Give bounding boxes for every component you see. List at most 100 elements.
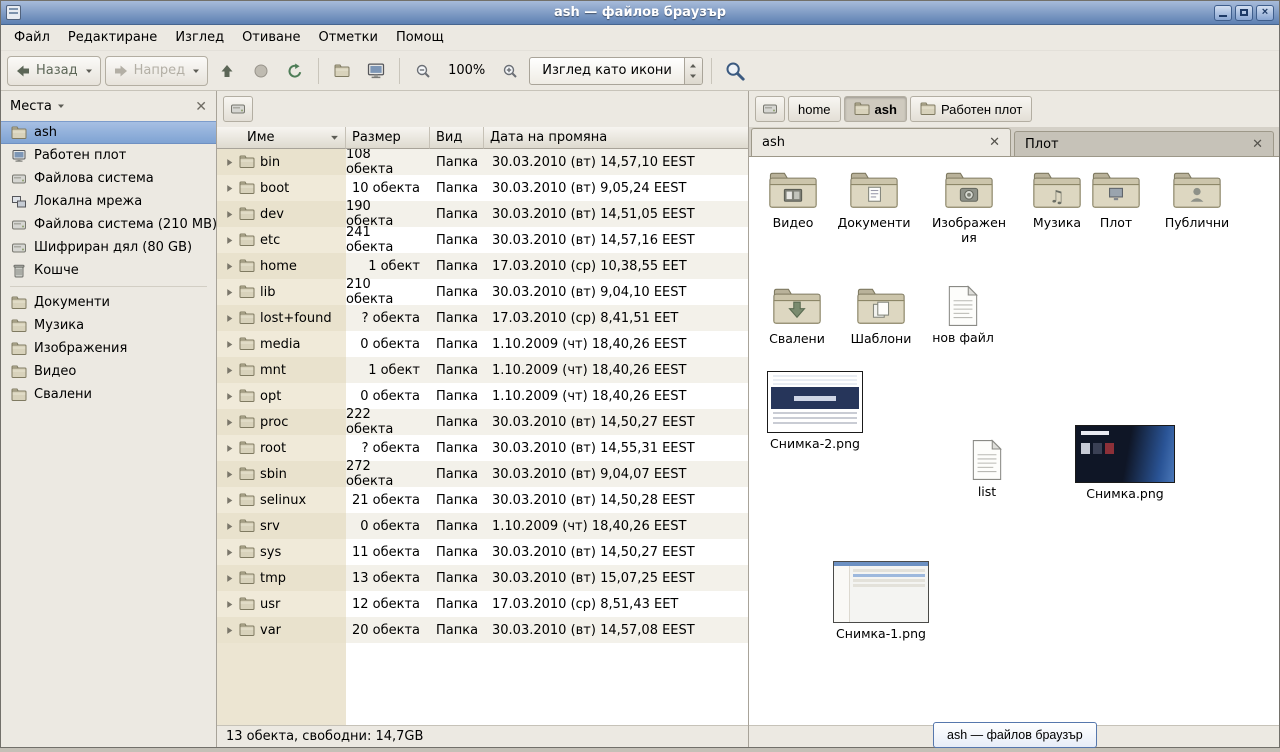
path-button-2[interactable]: Работен плот [910,96,1032,122]
sidebar-item-0[interactable]: ash [1,121,216,144]
pathbar-root-button[interactable] [755,96,785,122]
column-header-type[interactable]: Вид [430,127,484,149]
expander-icon[interactable] [225,522,234,531]
expander-icon[interactable] [225,418,234,427]
sidebar-item-3[interactable]: Локална мрежа [1,190,216,213]
sidebar-item-5[interactable]: Шифриран дял (80 GB) [1,236,216,259]
expander-icon[interactable] [225,444,234,453]
sidebar-item-9[interactable]: Изображения [1,337,216,360]
column-header-name[interactable]: Име [217,127,346,149]
expander-icon[interactable] [225,210,234,219]
table-row[interactable]: dev 190 обекта Папка 30.03.2010 (вт) 14,… [217,201,748,227]
expander-icon[interactable] [225,184,234,193]
titlebar[interactable]: ash — файлов браузър × [1,1,1279,25]
menu-item-1[interactable]: Редактиране [59,27,166,48]
table-row[interactable]: home 1 обект Папка 17.03.2010 (ср) 10,38… [217,253,748,279]
table-row[interactable]: var 20 обекта Папка 30.03.2010 (вт) 14,5… [217,617,748,643]
expander-icon[interactable] [225,470,234,479]
table-row[interactable]: opt 0 обекта Папка 1.10.2009 (чт) 18,40,… [217,383,748,409]
expander-icon[interactable] [225,236,234,245]
stop-button[interactable] [246,56,276,86]
sidebar-item-8[interactable]: Музика [1,314,216,337]
back-button[interactable]: Назад [7,56,101,86]
expander-icon[interactable] [225,340,234,349]
expander-icon[interactable] [225,392,234,401]
expander-icon[interactable] [225,496,234,505]
icon-item-8[interactable]: нов файл [921,285,1005,345]
up-button[interactable] [212,56,242,86]
icon-item-4[interactable]: Плот [1083,169,1149,230]
sidebar-item-2[interactable]: Файлова система [1,167,216,190]
zoom-out-button[interactable] [408,56,438,86]
table-row[interactable]: root ? обекта Папка 30.03.2010 (вт) 14,5… [217,435,748,461]
sidebar-title[interactable]: Места [10,99,52,114]
table-row[interactable]: srv 0 обекта Папка 1.10.2009 (чт) 18,40,… [217,513,748,539]
column-header-size[interactable]: Размер [346,127,430,149]
menu-item-3[interactable]: Отиване [233,27,309,48]
tab-1[interactable]: Плот ✕ [1014,131,1274,156]
close-tab-icon[interactable]: ✕ [989,136,1000,149]
expander-icon[interactable] [225,158,234,167]
sidebar-item-4[interactable]: Файлова система (210 MB) [1,213,216,236]
maximize-button[interactable] [1235,5,1253,21]
icon-item-9[interactable]: Снимка-2.png [759,371,871,451]
path-button-1[interactable]: ash [844,96,907,122]
table-row[interactable]: bin 108 обекта Папка 30.03.2010 (вт) 14,… [217,149,748,175]
minimize-button[interactable] [1214,5,1232,21]
tab-0[interactable]: ash ✕ [751,128,1011,156]
table-row[interactable]: etc 241 обекта Папка 30.03.2010 (вт) 14,… [217,227,748,253]
sidebar-item-7[interactable]: Документи [1,291,216,314]
zoom-in-button[interactable] [495,56,525,86]
expander-icon[interactable] [225,626,234,635]
path-button-0[interactable]: home [788,96,841,122]
table-row[interactable]: lib 210 обекта Папка 30.03.2010 (вт) 9,0… [217,279,748,305]
table-row[interactable]: mnt 1 обект Папка 1.10.2009 (чт) 18,40,2… [217,357,748,383]
expander-icon[interactable] [225,574,234,583]
sidebar-item-11[interactable]: Свалени [1,383,216,406]
table-row[interactable]: lost+found ? обекта Папка 17.03.2010 (ср… [217,305,748,331]
view-mode-select[interactable]: Изглед като икони [529,57,703,85]
expander-icon[interactable] [225,548,234,557]
icon-item-0[interactable]: Видео [751,169,835,230]
table-row[interactable]: media 0 обекта Папка 1.10.2009 (чт) 18,4… [217,331,748,357]
icon-item-1[interactable]: Документи [832,169,916,230]
sidebar-item-1[interactable]: Работен плот [1,144,216,167]
icon-item-6[interactable]: Свалени [755,285,839,346]
expander-icon[interactable] [225,262,234,271]
taskbar-window-button[interactable]: ash — файлов браузър [933,722,1097,748]
menu-item-0[interactable]: Файл [5,27,59,48]
icon-item-10[interactable]: list [945,439,1029,499]
reload-button[interactable] [280,56,310,86]
icon-item-12[interactable]: Снимка-1.png [825,561,937,641]
table-row[interactable]: selinux 21 обекта Папка 30.03.2010 (вт) … [217,487,748,513]
computer-button[interactable] [361,56,391,86]
forward-button[interactable]: Напред [105,56,208,86]
column-header-modified[interactable]: Дата на промяна [484,127,748,149]
table-row[interactable]: tmp 13 обекта Папка 30.03.2010 (вт) 15,0… [217,565,748,591]
search-button[interactable] [720,56,750,86]
expander-icon[interactable] [225,366,234,375]
icon-item-11[interactable]: Снимка.png [1069,425,1181,501]
table-row[interactable]: proc 222 обекта Папка 30.03.2010 (вт) 14… [217,409,748,435]
table-row[interactable]: usr 12 обекта Папка 17.03.2010 (ср) 8,51… [217,591,748,617]
icon-view[interactable]: Видео Документи Изображения ♫ Музика Пло… [749,157,1279,725]
pathbar-root-button[interactable] [223,96,253,122]
menu-item-5[interactable]: Помощ [387,27,453,48]
table-row[interactable]: boot 10 обекта Папка 30.03.2010 (вт) 9,0… [217,175,748,201]
sidebar-item-6[interactable]: Кошче [1,259,216,282]
close-tab-icon[interactable]: ✕ [1252,138,1263,151]
sidebar-item-10[interactable]: Видео [1,360,216,383]
expander-icon[interactable] [225,288,234,297]
menu-item-4[interactable]: Отметки [309,27,386,48]
table-row[interactable]: sys 11 обекта Папка 30.03.2010 (вт) 14,5… [217,539,748,565]
expander-icon[interactable] [225,600,234,609]
icon-item-7[interactable]: Шаблони [839,285,923,346]
sidebar-close-icon[interactable]: ✕ [195,99,207,113]
icon-item-2[interactable]: Изображения [929,169,1009,245]
menu-item-2[interactable]: Изглед [166,27,233,48]
expander-icon[interactable] [225,314,234,323]
icon-item-5[interactable]: Публични [1155,169,1239,230]
table-row[interactable]: sbin 272 обекта Папка 30.03.2010 (вт) 9,… [217,461,748,487]
close-button[interactable]: × [1256,5,1274,21]
home-button[interactable] [327,56,357,86]
